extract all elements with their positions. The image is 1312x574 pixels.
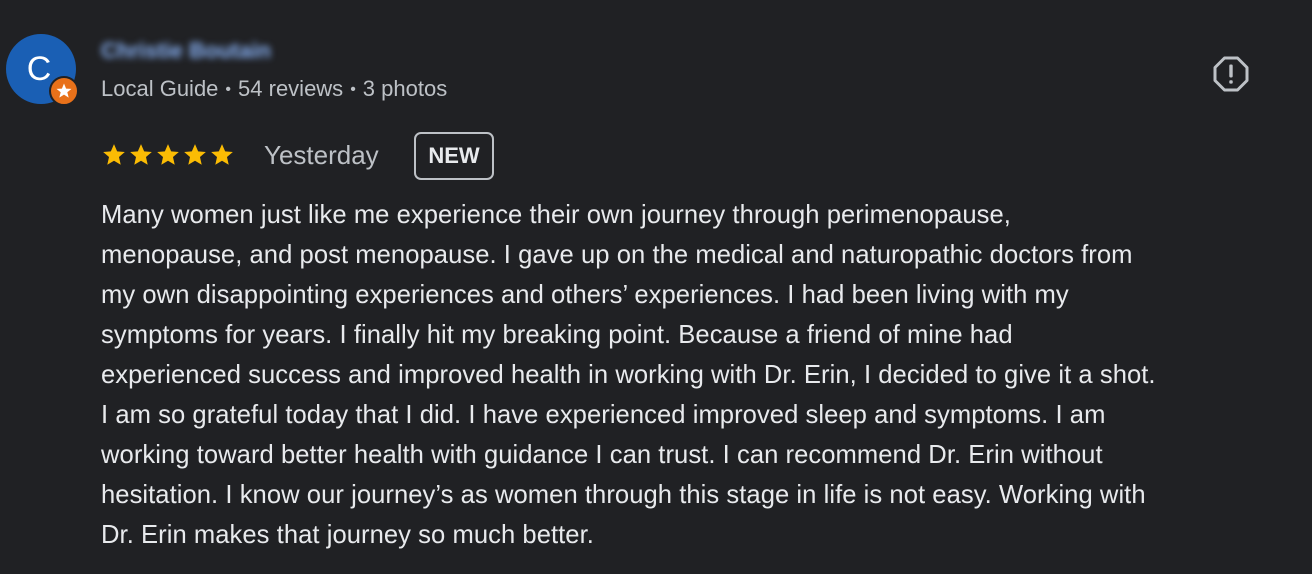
- review-count: 54 reviews: [238, 76, 344, 101]
- review-text: Many women just like me experience their…: [101, 195, 1301, 555]
- star-icon: [211, 144, 233, 165]
- review-text-line: I am so grateful today that I did. I hav…: [101, 401, 1106, 429]
- meta-separator: •: [350, 81, 356, 98]
- rating-row: Yesterday NEW: [101, 132, 701, 180]
- local-guide-label: Local Guide: [101, 76, 219, 101]
- review-text-line: symptoms for years. I finally hit my bre…: [101, 321, 1013, 349]
- review-text-line: Dr. Erin makes that journey so much bett…: [101, 521, 594, 549]
- reviewer-meta: Local Guide • 54 reviews • 3 photos: [101, 75, 447, 103]
- report-alert-icon: [1213, 56, 1249, 92]
- avatar-letter: C: [26, 50, 52, 88]
- review-text-line: menopause, and post menopause. I gave up…: [101, 241, 1133, 269]
- meta-separator: •: [225, 81, 232, 98]
- review-text-line: hesitation. I know our journey’s as wome…: [101, 481, 1146, 509]
- star-icon: [130, 144, 152, 165]
- new-badge: NEW: [414, 132, 494, 180]
- review-text-line: Many women just like me experience their…: [101, 201, 1011, 229]
- report-review-button[interactable]: [1212, 55, 1250, 93]
- review-text-line: working toward better health with guidan…: [101, 441, 1103, 469]
- review-card: C Christie Boutain Local Guide • 54 review…: [0, 0, 1312, 574]
- review-text-line: my own disappointing experiences and oth…: [101, 281, 1069, 309]
- photo-count: 3 photos: [362, 76, 448, 101]
- star-icon: [103, 144, 125, 165]
- star-icon: [184, 144, 206, 165]
- local-guide-star-icon: [49, 76, 79, 106]
- review-text-line: experienced success and improved health …: [101, 361, 1156, 389]
- review-date: Yesterday: [264, 140, 379, 170]
- star-rating: [101, 142, 236, 168]
- reviewer-name[interactable]: Christie Boutain: [101, 38, 271, 64]
- star-icon: [157, 144, 179, 165]
